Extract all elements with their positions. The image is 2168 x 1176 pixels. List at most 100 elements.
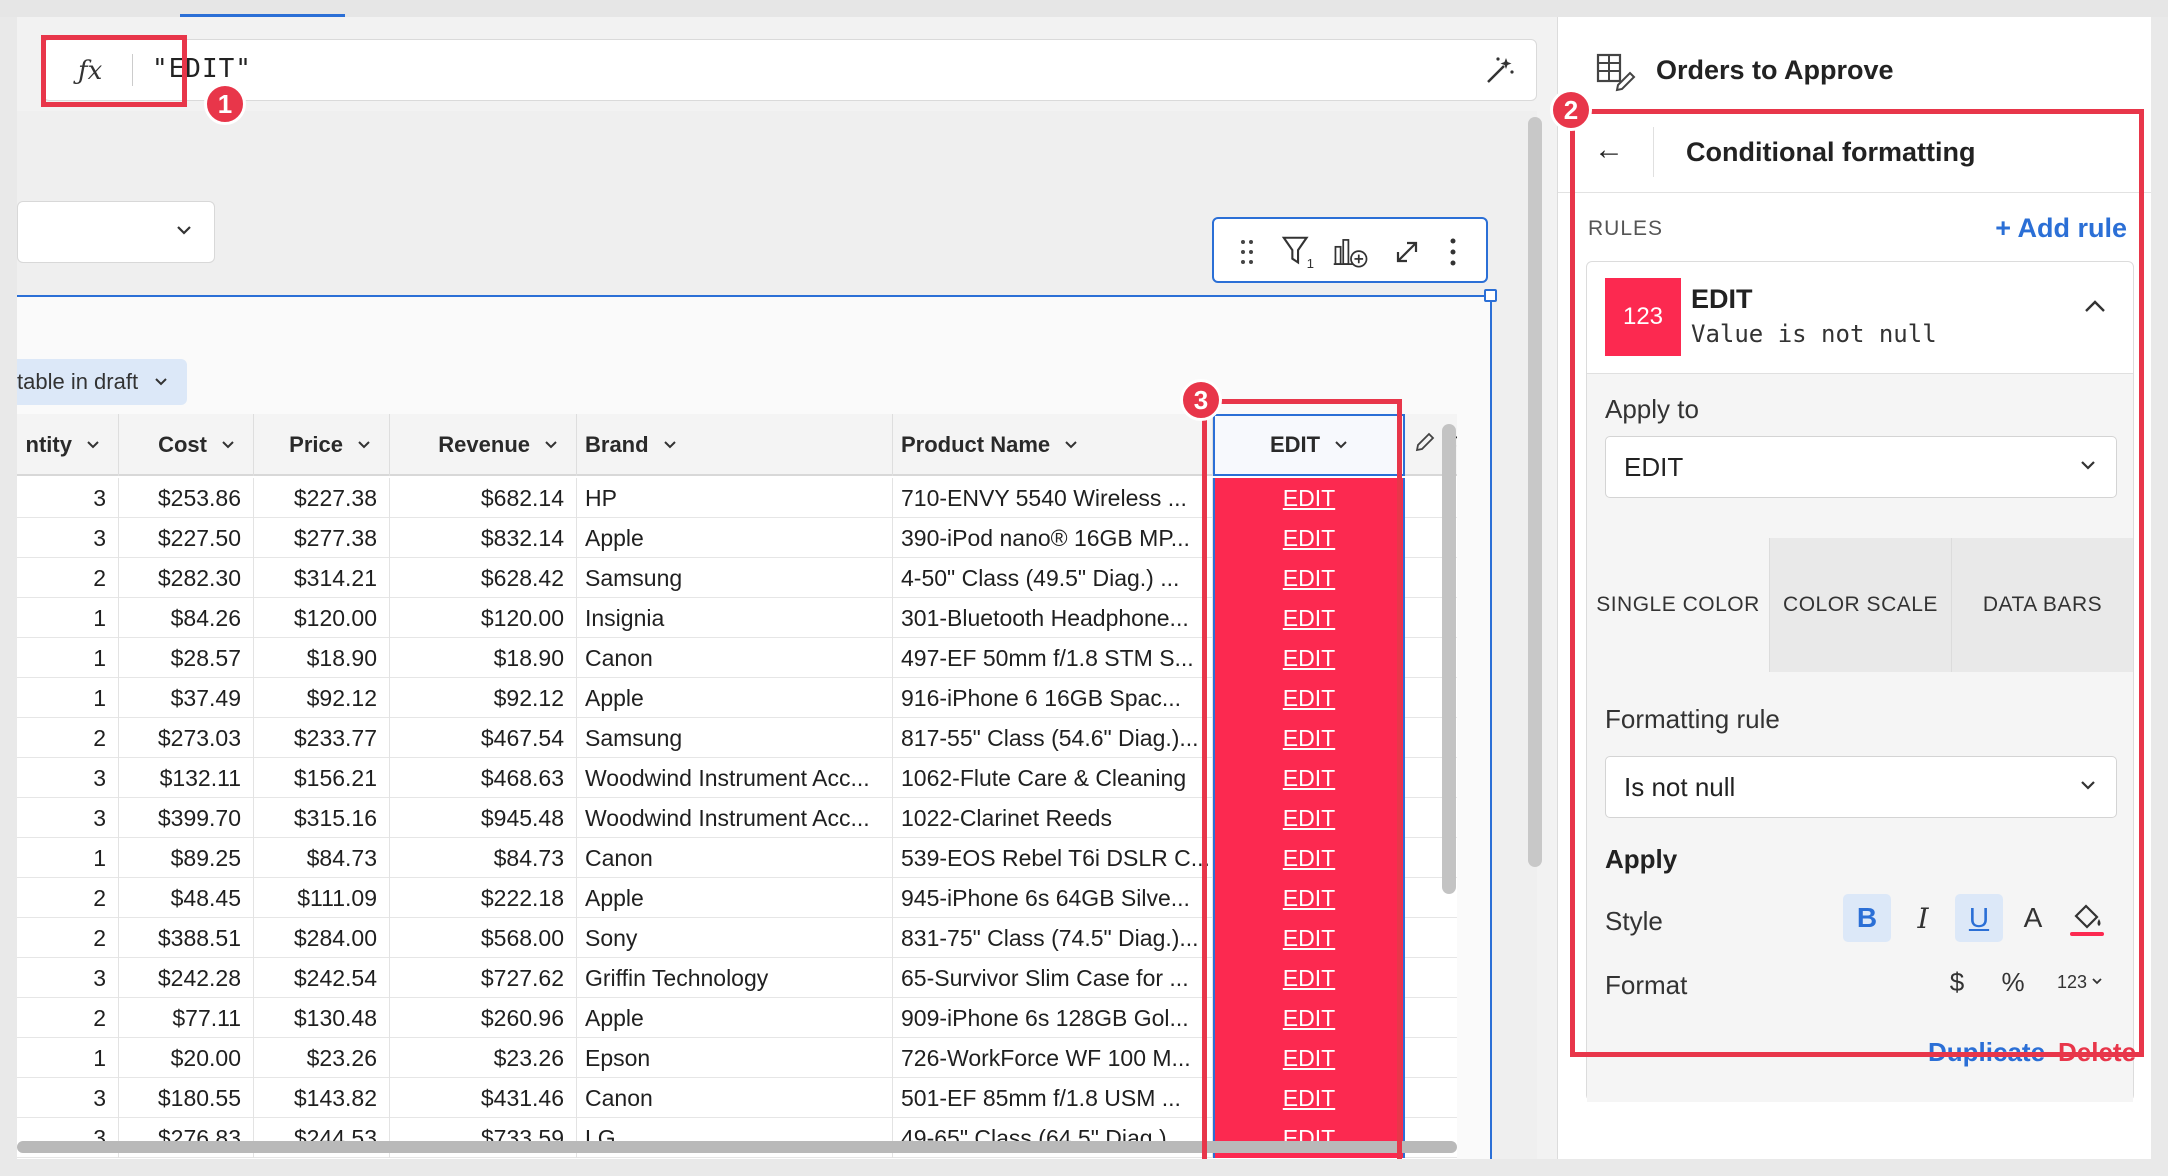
column-header[interactable]: Product Name: [893, 414, 1213, 476]
table-cell: 390-iPod nano® 16GB MP...: [893, 518, 1213, 558]
table-cell: Canon: [577, 838, 893, 878]
table-cell: $132.11: [119, 758, 254, 798]
draft-chip-label: table in draft: [17, 369, 139, 394]
expand-icon[interactable]: [1388, 233, 1426, 271]
table-cell: $233.77: [254, 718, 390, 758]
table-cell: $18.90: [254, 638, 390, 678]
chevron-down-icon: [358, 441, 370, 449]
table-cell: $399.70: [119, 798, 254, 838]
table-cell: 1022-Clarinet Reeds: [893, 798, 1213, 838]
table-cell: Griffin Technology: [577, 958, 893, 998]
workbook-frame: ƒx "EDIT" 1 table in draft ntity Cost Pr…: [17, 17, 2151, 1159]
table-cell: 726-WorkForce WF 100 M...: [893, 1038, 1213, 1078]
draft-status-chip[interactable]: table in draft: [17, 359, 187, 405]
table-edit-icon: [1596, 53, 1636, 92]
table-cell: $130.48: [254, 998, 390, 1038]
table-cell: $18.90: [390, 638, 577, 678]
table-cell: $92.12: [254, 678, 390, 718]
table-cell: $84.73: [254, 838, 390, 878]
table-cell: $84.26: [119, 598, 254, 638]
control-dropdown[interactable]: [17, 201, 215, 263]
table-cell: $143.82: [254, 1078, 390, 1118]
table-cell: 3: [17, 518, 119, 558]
panel-title: Orders to Approve: [1656, 55, 1894, 85]
table-cell: Apple: [577, 678, 893, 718]
resize-handle[interactable]: [1484, 289, 1497, 302]
column-header[interactable]: Revenue: [390, 414, 577, 476]
chevron-down-icon: [177, 226, 191, 235]
filter-icon[interactable]: 1: [1280, 233, 1318, 271]
table-cell: $832.14: [390, 518, 577, 558]
chevron-down-icon: [1065, 441, 1077, 449]
table-cell: 2: [17, 998, 119, 1038]
table-cell: $253.86: [119, 478, 254, 518]
element-toolbar: 1: [1212, 217, 1488, 283]
table-cell: $242.28: [119, 958, 254, 998]
table-cell: 2: [17, 878, 119, 918]
table-cell: $227.38: [254, 478, 390, 518]
table-cell: $92.12: [390, 678, 577, 718]
column-header[interactable]: Cost: [119, 414, 254, 476]
pencil-icon: [1413, 430, 1437, 460]
table-cell: Apple: [577, 878, 893, 918]
table-cell: Samsung: [577, 718, 893, 758]
table-cell: 2: [17, 718, 119, 758]
table-cell: Canon: [577, 1078, 893, 1118]
table-cell: 710-ENVY 5540 Wireless ...: [893, 478, 1213, 518]
formula-bar[interactable]: ƒx "EDIT": [43, 39, 1537, 101]
table-cell: $156.21: [254, 758, 390, 798]
table-cell: $37.49: [119, 678, 254, 718]
table-cell: 301-Bluetooth Headphone...: [893, 598, 1213, 638]
chevron-down-icon: [545, 441, 557, 449]
table-cell: $273.03: [119, 718, 254, 758]
table-cell: Woodwind Instrument Acc...: [577, 798, 893, 838]
table-cell: $28.57: [119, 638, 254, 678]
canvas-scrollbar[interactable]: [1528, 117, 1542, 867]
table-cell: 1: [17, 638, 119, 678]
table-cell: $227.50: [119, 518, 254, 558]
table-cell: Samsung: [577, 558, 893, 598]
table-cell: Apple: [577, 998, 893, 1038]
table-cell: 1: [17, 598, 119, 638]
column-header[interactable]: ntity: [17, 414, 119, 476]
table-cell: $84.73: [390, 838, 577, 878]
table-vertical-scrollbar[interactable]: [1442, 424, 1456, 894]
annotation-box-3: [1202, 399, 1402, 1159]
drag-handle-icon[interactable]: [1228, 233, 1266, 271]
table-cell: Woodwind Instrument Acc...: [577, 758, 893, 798]
column-header-label: Revenue: [438, 432, 530, 457]
table-cell: $314.21: [254, 558, 390, 598]
magic-wand-icon[interactable]: [1482, 54, 1516, 88]
table-cell: $945.48: [390, 798, 577, 838]
chevron-down-icon: [155, 378, 167, 386]
table-cell: 1: [17, 678, 119, 718]
column-header[interactable]: Price: [254, 414, 390, 476]
table-cell: $315.16: [254, 798, 390, 838]
table-cell: $23.26: [390, 1038, 577, 1078]
table-cell: $242.54: [254, 958, 390, 998]
table-cell: $222.18: [390, 878, 577, 918]
column-header-label: ntity: [25, 432, 72, 457]
annotation-box-1: [41, 35, 187, 107]
table-cell: 817-55" Class (54.6" Diag.)...: [893, 718, 1213, 758]
table-cell: $111.09: [254, 878, 390, 918]
table-cell: $388.51: [119, 918, 254, 958]
table-cell: $120.00: [254, 598, 390, 638]
column-header[interactable]: Brand: [577, 414, 893, 476]
table-cell: $568.00: [390, 918, 577, 958]
table-cell: 3: [17, 758, 119, 798]
table-cell: $727.62: [390, 958, 577, 998]
table-cell: 1062-Flute Care & Cleaning: [893, 758, 1213, 798]
table-cell: 916-iPhone 6 16GB Spac...: [893, 678, 1213, 718]
table-cell: Canon: [577, 638, 893, 678]
annotation-badge-3: 3: [1180, 379, 1222, 421]
table-cell: Insignia: [577, 598, 893, 638]
table-cell: $180.55: [119, 1078, 254, 1118]
table-cell: 3: [17, 958, 119, 998]
table-cell: 4-50" Class (49.5" Diag.) ...: [893, 558, 1213, 598]
add-chart-icon[interactable]: [1332, 233, 1370, 271]
table-cell: $682.14: [390, 478, 577, 518]
table-cell: $468.63: [390, 758, 577, 798]
table-cell: $282.30: [119, 558, 254, 598]
more-icon[interactable]: [1434, 233, 1472, 271]
